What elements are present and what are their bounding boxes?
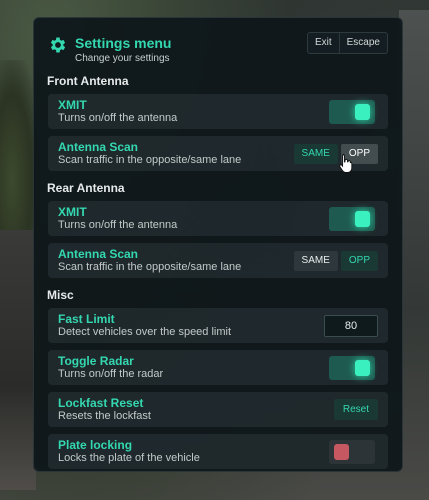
- section-rear-antenna: Rear Antenna: [47, 181, 125, 195]
- exit-key-label[interactable]: Exit: [308, 33, 339, 53]
- setting-title: Plate locking: [58, 437, 133, 452]
- gear-icon: [50, 37, 66, 53]
- rear-scan-opp-button[interactable]: OPP: [340, 250, 378, 271]
- setting-title: Antenna Scan: [58, 139, 139, 154]
- setting-title: XMIT: [58, 204, 87, 219]
- toggle-knob: [355, 103, 370, 120]
- toggle-knob: [355, 210, 370, 227]
- escape-key-label[interactable]: Escape: [338, 33, 387, 53]
- setting-title: Antenna Scan: [58, 246, 139, 261]
- page-subtitle: Change your settings: [75, 53, 170, 64]
- page-title: Settings menu: [75, 35, 172, 51]
- setting-description: Turns on/off the antenna: [58, 218, 178, 231]
- setting-title: Toggle Radar: [58, 353, 134, 368]
- rear-scan-selector: SAME OPP: [293, 250, 378, 271]
- section-misc: Misc: [47, 288, 74, 302]
- fast-limit-input[interactable]: 80: [324, 314, 378, 337]
- rear-xmit-row: XMIT Turns on/off the antenna: [48, 201, 388, 236]
- rear-scan-same-button[interactable]: SAME: [293, 250, 338, 271]
- toggle-radar-row: Toggle Radar Turns on/off the radar: [48, 350, 388, 385]
- setting-description: Scan traffic in the opposite/same lane: [58, 260, 242, 273]
- setting-description: Detect vehicles over the speed limit: [58, 325, 232, 338]
- settings-panel: Settings menu Change your settings Exit …: [33, 17, 403, 472]
- plate-locking-toggle[interactable]: [329, 439, 375, 464]
- fast-limit-row: Fast Limit Detect vehicles over the spee…: [48, 308, 388, 343]
- front-scan-selector: SAME OPP: [293, 143, 378, 164]
- setting-title: XMIT: [58, 97, 87, 112]
- plate-locking-row: Plate locking Locks the plate of the veh…: [48, 434, 388, 469]
- setting-title: Lockfast Reset: [58, 395, 144, 410]
- lockfast-reset-row: Lockfast Reset Resets the lockfast Reset: [48, 392, 388, 427]
- toggle-knob: [334, 443, 349, 460]
- front-scan-row: Antenna Scan Scan traffic in the opposit…: [48, 136, 388, 171]
- front-xmit-toggle[interactable]: [329, 99, 375, 124]
- rear-xmit-toggle[interactable]: [329, 206, 375, 231]
- setting-description: Turns on/off the radar: [58, 367, 164, 380]
- rear-scan-row: Antenna Scan Scan traffic in the opposit…: [48, 243, 388, 278]
- title-block: Settings menu Change your settings: [48, 30, 171, 66]
- front-xmit-row: XMIT Turns on/off the antenna: [48, 94, 388, 129]
- panel-header: Settings menu Change your settings Exit …: [48, 30, 388, 70]
- setting-description: Turns on/off the antenna: [58, 111, 178, 124]
- front-scan-same-button[interactable]: SAME: [293, 143, 338, 164]
- setting-description: Resets the lockfast: [58, 409, 151, 422]
- section-front-antenna: Front Antenna: [47, 74, 129, 88]
- setting-description: Scan traffic in the opposite/same lane: [58, 153, 242, 166]
- background-pillar: [399, 10, 429, 310]
- background-figure: [0, 230, 36, 490]
- setting-title: Fast Limit: [58, 311, 115, 326]
- toggle-knob: [355, 359, 370, 376]
- pointer-hand-icon: [339, 154, 353, 173]
- lockfast-reset-button[interactable]: Reset: [333, 399, 378, 420]
- setting-description: Locks the plate of the vehicle: [58, 451, 200, 464]
- toggle-radar-toggle[interactable]: [329, 355, 375, 380]
- close-keybind[interactable]: Exit Escape: [306, 32, 388, 54]
